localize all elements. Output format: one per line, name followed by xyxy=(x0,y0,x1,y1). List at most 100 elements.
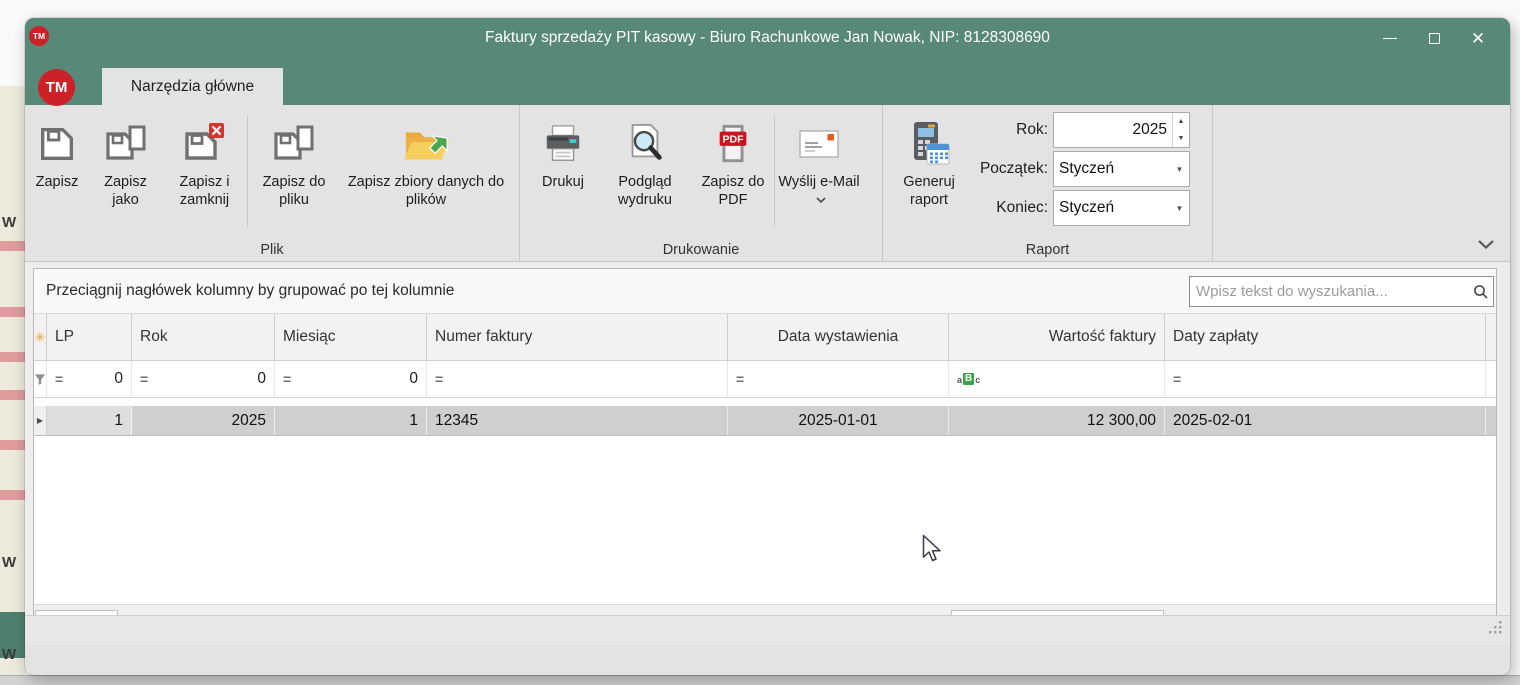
equals-operator-icon[interactable]: = xyxy=(283,371,291,387)
column-header-daty-zaplaty[interactable]: Daty zapłaty xyxy=(1165,314,1486,360)
cell-daty-zaplaty[interactable]: 2025-02-01 xyxy=(1165,406,1486,435)
filter-cell-daty-zaplaty[interactable]: = xyxy=(1165,361,1486,397)
desktop: W W W TM Faktury sprzedaży PIT kasowy - … xyxy=(0,0,1520,685)
tab-narzedzia-glowne[interactable]: Narzędzia główne xyxy=(102,68,283,105)
column-header-lp[interactable]: LP xyxy=(47,314,132,360)
filter-cell-lp[interactable]: =0 xyxy=(47,361,132,397)
koniec-dropdown[interactable]: Styczeń ▼ xyxy=(1053,190,1190,226)
printer-icon xyxy=(539,119,587,169)
equals-operator-icon[interactable]: = xyxy=(140,371,148,387)
mouse-cursor xyxy=(922,534,948,569)
email-label-text: Wyślij e-Mail xyxy=(778,174,859,190)
search-box[interactable] xyxy=(1189,276,1494,307)
filter-value[interactable]: 0 xyxy=(409,370,418,388)
zapisz-jako-button[interactable]: Zapisz jako xyxy=(89,105,162,243)
button-label: Wyślij e-Mail xyxy=(775,173,863,209)
close-button[interactable]: ✕ xyxy=(1456,23,1500,53)
button-label: Zapisz do PDF xyxy=(692,173,774,209)
minimize-button[interactable] xyxy=(1368,23,1412,53)
app-menu-button[interactable]: TM xyxy=(38,69,75,106)
column-header-data-wystawienia[interactable]: Data wystawienia xyxy=(728,314,949,360)
generuj-raport-button[interactable]: Generuj raport xyxy=(889,105,969,243)
header-indicator-cell: ✳ xyxy=(34,314,47,360)
button-label: Zapisz do pliku xyxy=(248,173,340,209)
search-input[interactable] xyxy=(1190,283,1469,300)
filter-indicator-cell xyxy=(34,361,47,397)
maximize-button[interactable] xyxy=(1412,23,1456,53)
app-window: TM Faktury sprzedaży PIT kasowy - Biuro … xyxy=(25,18,1510,675)
dropdown-arrow-icon[interactable]: ▼ xyxy=(1170,191,1189,225)
zapisz-do-pdf-button[interactable]: PDF Zapisz do PDF xyxy=(692,105,774,243)
zapisz-zbiory-button[interactable]: Zapisz zbiory danych do plików xyxy=(340,105,512,243)
filter-cell-miesiac[interactable]: =0 xyxy=(275,361,427,397)
ribbon-tabstrip: TM Narzędzia główne xyxy=(25,60,1510,105)
raport-fields: Rok: 2025 ▲▼ Początek: Styczeń ▼ xyxy=(971,111,1207,228)
resize-grip[interactable] xyxy=(1488,620,1503,640)
poczatek-dropdown[interactable]: Styczeń ▼ xyxy=(1053,151,1190,187)
svg-text:PDF: PDF xyxy=(723,134,745,146)
zapisz-button[interactable]: Zapisz xyxy=(25,105,89,243)
search-icon[interactable] xyxy=(1469,284,1493,300)
filter-filler xyxy=(1486,361,1496,397)
cell-miesiac[interactable]: 1 xyxy=(275,406,427,435)
header-filler xyxy=(1486,314,1496,360)
filter-cell-rok[interactable]: =0 xyxy=(132,361,275,397)
filter-value[interactable]: 0 xyxy=(114,370,123,388)
ribbon: Zapisz Zapisz jako Zapisz i zamknij xyxy=(25,105,1510,262)
rok-value[interactable]: 2025 xyxy=(1054,113,1172,147)
spin-buttons: ▲▼ xyxy=(1172,113,1189,147)
chevron-down-icon xyxy=(1477,239,1495,250)
rok-spinner[interactable]: 2025 ▲▼ xyxy=(1053,112,1190,148)
drukuj-button[interactable]: Drukuj xyxy=(528,105,598,243)
bg-row-stripe xyxy=(0,440,26,450)
row-filler xyxy=(1486,406,1496,435)
group-label-drukowanie: Drukowanie xyxy=(520,242,882,258)
zapisz-i-zamknij-button[interactable]: Zapisz i zamknij xyxy=(162,105,247,243)
bg-row-stripe xyxy=(0,490,26,500)
cell-numer-faktury[interactable]: 12345 xyxy=(427,406,728,435)
titlebar: TM Faktury sprzedaży PIT kasowy - Biuro … xyxy=(25,18,1510,60)
filter-cell-wartosc[interactable]: aBc xyxy=(949,361,1165,397)
grid-empty-area[interactable] xyxy=(34,436,1496,605)
poczatek-value[interactable]: Styczeń xyxy=(1054,152,1170,186)
abc-contains-icon[interactable]: aBc xyxy=(957,373,980,385)
column-header-numer-faktury[interactable]: Numer faktury xyxy=(427,314,728,360)
koniec-value[interactable]: Styczeń xyxy=(1054,191,1170,225)
zapisz-do-pliku-button[interactable]: Zapisz do pliku xyxy=(248,105,340,243)
current-row-arrow-icon: ▶ xyxy=(37,416,43,425)
cell-lp[interactable]: 1 xyxy=(47,406,132,435)
filter-cell-data-wystawienia[interactable]: = xyxy=(728,361,949,397)
spin-down-icon[interactable]: ▼ xyxy=(1173,130,1189,147)
column-header-wartosc-faktury[interactable]: Wartość faktury xyxy=(949,314,1165,360)
cell-rok[interactable]: 2025 xyxy=(132,406,275,435)
group-by-panel[interactable]: Przeciągnij nagłówek kolumny by grupować… xyxy=(34,269,1496,314)
save-to-file-icon xyxy=(270,119,318,169)
window-controls: ✕ xyxy=(1368,23,1500,53)
dropdown-arrow-icon[interactable]: ▼ xyxy=(1170,152,1189,186)
equals-operator-icon[interactable]: = xyxy=(55,371,63,387)
column-header-miesiac[interactable]: Miesiąc xyxy=(275,314,427,360)
group-by-hint: Przeciągnij nagłówek kolumny by grupować… xyxy=(46,282,454,300)
cell-wartosc-faktury[interactable]: 12 300,00 xyxy=(949,406,1165,435)
maximize-icon xyxy=(1429,33,1440,44)
bg-row-stripe xyxy=(0,307,26,317)
ribbon-group-drukowanie: Drukuj Podgląd wydruku PDF Zapisz do PDF xyxy=(520,105,883,261)
koniec-label: Koniec: xyxy=(971,199,1053,217)
column-header-rok[interactable]: Rok xyxy=(132,314,275,360)
save-as-icon xyxy=(102,119,150,169)
spin-up-icon[interactable]: ▲ xyxy=(1173,113,1189,130)
new-row-star-icon: ✳ xyxy=(34,329,46,346)
equals-operator-icon[interactable]: = xyxy=(736,371,744,387)
minimize-icon xyxy=(1383,38,1397,39)
filter-cell-numer[interactable]: = xyxy=(427,361,728,397)
ribbon-collapse-button[interactable] xyxy=(1477,237,1495,255)
chevron-down-icon xyxy=(816,197,826,204)
equals-operator-icon[interactable]: = xyxy=(1173,371,1181,387)
podglad-wydruku-button[interactable]: Podgląd wydruku xyxy=(598,105,692,243)
wyslij-email-button[interactable]: Wyślij e-Mail xyxy=(775,105,863,243)
cell-data-wystawienia[interactable]: 2025-01-01 xyxy=(728,406,949,435)
row-spacer xyxy=(34,398,1496,406)
filter-value[interactable]: 0 xyxy=(257,370,266,388)
equals-operator-icon[interactable]: = xyxy=(435,371,443,387)
table-row-selected[interactable]: ▶ 1 2025 1 12345 2025-01-01 12 300,00 20… xyxy=(34,406,1496,436)
